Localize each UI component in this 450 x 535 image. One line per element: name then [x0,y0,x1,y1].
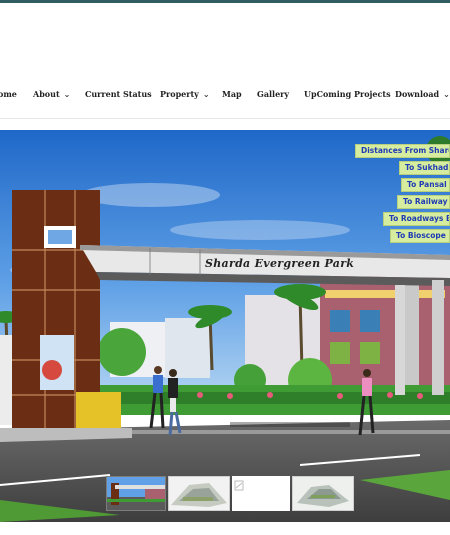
nav-item-label: Gallery [257,89,290,99]
chevron-down-icon: ⌄ [443,89,450,99]
nav-item-current-status[interactable]: Current Status [85,89,152,99]
slider-thumbnail[interactable] [292,476,354,511]
nav-item-label: ome [0,89,17,99]
slider-thumbnail[interactable] [232,476,290,511]
nav-item-label: About [33,89,60,99]
distance-link-header[interactable]: Distances From Shard [355,144,450,158]
nav-item-label: Map [222,89,242,99]
nav-item-label: Download [395,89,440,99]
slider-thumbnail[interactable] [168,476,230,511]
distance-link-pansal[interactable]: To Pansal [401,178,450,192]
nav-item-map[interactable]: Map [222,89,242,99]
distance-link-railway[interactable]: To Railway [397,195,450,209]
chevron-down-icon: ⌄ [63,89,71,99]
nav-item-label: UpComing Projects [304,89,391,99]
nav-item-about[interactable]: About ⌄ [33,89,70,99]
slider-thumbnail[interactable] [106,476,166,511]
main-navigation: ome About ⌄ Current Status Property ⌄ Ma… [0,84,450,104]
nav-item-gallery[interactable]: Gallery [257,89,289,99]
slider-thumbnails [104,476,356,511]
nav-divider [0,118,450,119]
nav-item-download[interactable]: Download ⌄ [395,89,450,99]
nav-item-upcoming-projects[interactable]: UpComing Projects [304,89,391,99]
distance-links-panel: Distances From Shard To Sukhadi To Pansa… [350,144,450,244]
distance-link-bioscope[interactable]: To Bioscope [390,229,450,243]
nav-item-property[interactable]: Property ⌄ [160,89,210,99]
chevron-down-icon: ⌄ [202,89,210,99]
nav-item-label: Property [160,89,199,99]
gate-sign-text: Sharda Evergreen Park [205,257,355,270]
nav-item-home[interactable]: ome [0,89,17,99]
top-accent-bar [0,0,450,3]
distance-link-roadways[interactable]: To Roadways B [383,212,450,226]
nav-item-label: Current Status [85,89,152,99]
distance-link-sukhadi[interactable]: To Sukhadi [399,161,450,175]
